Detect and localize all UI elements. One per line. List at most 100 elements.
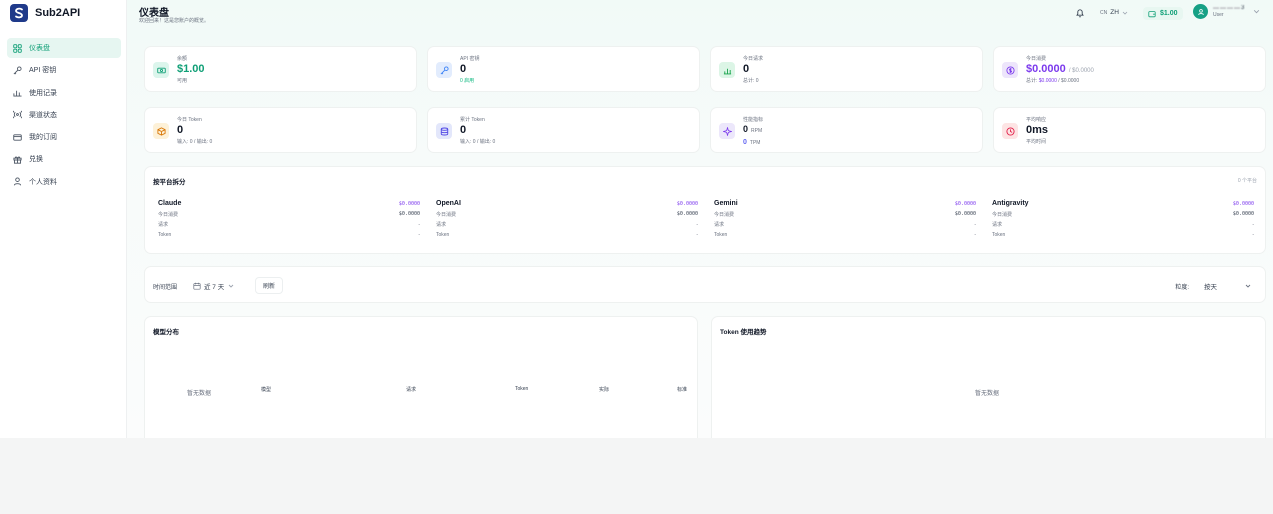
token-trend-panel: Token 使用趋势 暂无数据	[711, 316, 1266, 438]
chevron-down-icon	[228, 284, 234, 288]
stat-sub: 可用	[177, 78, 188, 84]
chevron-down-icon	[1245, 284, 1251, 288]
stat-value: 0ms	[1026, 124, 1049, 136]
stat-label: 今日请求	[743, 56, 764, 62]
sidebar-item-dashboard[interactable]: 仪表盘	[7, 38, 121, 58]
stat-value: 0	[743, 63, 750, 75]
sidebar: Sub2API 仪表盘 API 密钥 使用记录 渠道状态 我的订阅 兑换 个人资…	[0, 0, 127, 438]
granularity-value: 按天	[1204, 283, 1217, 291]
stat-value: $0.0000 / $0.0000	[1026, 63, 1094, 75]
platform-claude: Claude $0.0000 今日消费 $0.0000 请求 - Token -	[158, 200, 420, 239]
avatar	[1193, 4, 1208, 19]
empty-state-text: 暂无数据	[975, 391, 1000, 397]
performance-icon-tile	[719, 123, 735, 139]
stat-value: $1.00	[177, 63, 205, 75]
stat-card-balance: 余额 $1.00 可用	[144, 46, 417, 92]
bar-chart-icon	[13, 90, 22, 97]
stat-card-performance: 性能指标 0 RPM 0 TPM	[710, 107, 983, 153]
sparkle-icon	[722, 126, 732, 136]
stat-sub: 总计: 0	[743, 78, 759, 84]
cost-icon-tile	[1002, 62, 1018, 78]
token-icon-tile	[153, 123, 169, 139]
sidebar-item-subscriptions[interactable]: 我的订阅	[7, 127, 121, 147]
banknote-icon	[156, 67, 166, 73]
page-background-band	[0, 438, 1273, 514]
stat-label: 余额	[177, 56, 188, 62]
user-name: ▬▬▬▬3	[1213, 4, 1245, 11]
stat-card-api-keys: API 密钥 0 0 启用	[427, 46, 700, 92]
sidebar-item-api-keys[interactable]: API 密钥	[7, 60, 121, 80]
key-icon	[13, 66, 22, 75]
header-balance-badge[interactable]: $1.00	[1143, 7, 1183, 20]
tpm-unit: TPM	[749, 140, 761, 146]
chevron-down-icon	[1122, 11, 1128, 15]
platform-name: Claude	[158, 200, 182, 207]
time-range-select[interactable]: 近 7 天	[193, 279, 235, 293]
sidebar-item-usage[interactable]: 使用记录	[7, 83, 121, 103]
platform-name: Antigravity	[992, 200, 1029, 207]
granularity-select[interactable]: 按天	[1199, 278, 1257, 293]
api-keys-icon-tile	[436, 62, 452, 78]
database-icon	[440, 127, 448, 135]
empty-state-text: 暂无数据	[187, 391, 212, 397]
sidebar-item-label: 兑换	[29, 156, 43, 164]
calendar-icon	[193, 282, 201, 290]
bar-chart-icon	[723, 68, 731, 74]
platform-cost: $0.0000	[676, 200, 698, 207]
grid-icon	[13, 43, 22, 53]
sidebar-item-label: 仪表盘	[29, 45, 50, 52]
sidebar-item-redeem[interactable]: 兑换	[7, 149, 121, 169]
brand-logo-icon	[10, 4, 28, 22]
wallet-icon	[1148, 10, 1156, 17]
user-role: User	[1213, 11, 1224, 18]
platform-cost: $0.0000	[954, 200, 976, 207]
language-code: CN	[1100, 9, 1108, 16]
stat-card-today-requests: 今日请求 0 总计: 0	[710, 46, 983, 92]
refresh-button[interactable]: 刷新	[255, 277, 284, 294]
platform-name: Gemini	[714, 200, 738, 207]
rpm-unit: RPM	[751, 128, 763, 134]
sidebar-item-profile[interactable]: 个人资料	[7, 172, 121, 192]
stat-label: API 密钥	[460, 56, 480, 62]
signal-icon	[13, 110, 22, 119]
stat-sub: 0 启用	[460, 78, 475, 84]
platform-gemini: Gemini $0.0000 今日消费 $0.0000 请求 - Token -	[714, 200, 976, 239]
sidebar-item-label: 我的订阅	[29, 134, 57, 142]
stat-sub: 输入: 0 / 输出: 0	[460, 139, 496, 145]
token-trend-title: Token 使用趋势	[720, 329, 767, 336]
card-icon	[13, 134, 22, 141]
platform-count: 0 个平台	[1237, 178, 1257, 184]
platform-openai: OpenAI $0.0000 今日消费 $0.0000 请求 - Token -	[436, 200, 698, 239]
stat-value: 0	[460, 124, 467, 136]
brand[interactable]: Sub2API	[10, 4, 80, 22]
stat-value: 0	[177, 124, 184, 136]
tpm-value: 0	[743, 139, 747, 146]
stat-sub: 输入: 0 / 输出: 0	[177, 139, 213, 145]
stat-card-avg-latency: 平均响应 0ms 平均时间	[993, 107, 1266, 153]
brand-name: Sub2API	[35, 7, 81, 19]
sidebar-item-label: 渠道状态	[29, 111, 57, 119]
stat-value: 0	[460, 63, 467, 75]
cube-icon	[156, 126, 166, 136]
page-subtitle: 欢迎回来！这是您账户的概览。	[139, 18, 210, 24]
platform-cost: $0.0000	[1232, 200, 1254, 207]
chevron-down-icon	[1254, 10, 1260, 14]
platform-cost: $0.0000	[398, 200, 420, 207]
dollar-icon	[1005, 65, 1015, 75]
stat-label: 累计 Token	[460, 117, 485, 123]
language-switcher[interactable]: CN ZH	[1100, 9, 1128, 16]
sidebar-item-label: API 密钥	[29, 67, 57, 75]
column-header-token: Token	[515, 386, 529, 392]
sidebar-item-channel-status[interactable]: 渠道状态	[7, 105, 121, 125]
stat-label: 今日 Token	[177, 117, 202, 123]
bell-icon[interactable]	[1075, 8, 1085, 18]
key-icon	[440, 65, 449, 74]
platform-antigravity: Antigravity $0.0000 今日消费 $0.0000 请求 - Token…	[992, 200, 1254, 239]
stat-sub: 平均时间	[1026, 139, 1047, 145]
header-balance-value: $1.00	[1160, 10, 1178, 17]
time-range-label: 时间范围	[153, 285, 178, 291]
database-icon-tile	[436, 123, 452, 139]
user-menu[interactable]: ▬▬▬▬3 User	[1193, 4, 1260, 19]
granularity-label: 粒度:	[1175, 285, 1189, 291]
filter-bar: 时间范围 近 7 天 刷新 粒度: 按天	[144, 266, 1266, 303]
